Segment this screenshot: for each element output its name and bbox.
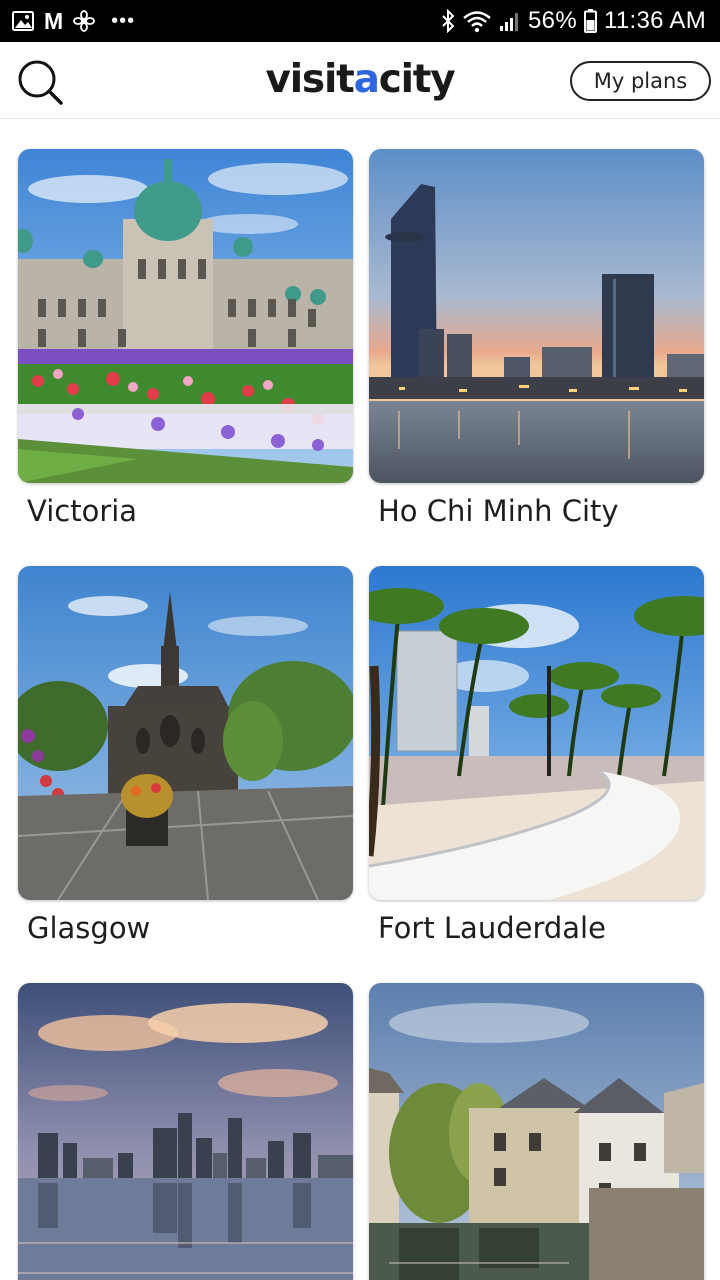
beach-promenade-image xyxy=(369,566,704,900)
city-card-6[interactable] xyxy=(369,983,704,1280)
city-name: Glasgow xyxy=(27,911,151,945)
city-photo-fort-lauderdale xyxy=(369,566,704,900)
city-card-glasgow[interactable]: Glasgow xyxy=(18,566,353,945)
city-card-5[interactable] xyxy=(18,983,353,1280)
status-bar-left: M ••• xyxy=(12,0,135,42)
city-card-ho-chi-minh-city[interactable]: Ho Chi Minh City xyxy=(369,149,704,528)
battery-icon xyxy=(583,9,597,33)
city-photo-glasgow xyxy=(18,566,353,900)
city-photo-victoria xyxy=(18,149,353,483)
logo-part-city: city xyxy=(378,57,456,102)
city-photo-ho-chi-minh-city xyxy=(369,149,704,483)
battery-percent: 56% xyxy=(528,7,577,34)
gallery-icon xyxy=(12,11,34,31)
signal-icon xyxy=(499,10,521,32)
clock: 11:36 AM xyxy=(603,7,706,34)
my-plans-button[interactable]: My plans xyxy=(570,61,711,101)
city-photo-5 xyxy=(18,983,353,1280)
city-name: Fort Lauderdale xyxy=(378,911,606,945)
status-bar: M ••• 56% 11:36 AM xyxy=(0,0,720,42)
city-card-fort-lauderdale[interactable]: Fort Lauderdale xyxy=(369,566,704,945)
city-card-victoria[interactable]: Victoria xyxy=(18,149,353,528)
bluetooth-icon xyxy=(441,9,455,33)
city-name: Ho Chi Minh City xyxy=(378,494,619,528)
city-grid: Victoria Ho Chi Minh City Glasgow Fort L… xyxy=(0,119,720,1280)
parliament-building-image xyxy=(18,149,353,483)
gmail-icon: M xyxy=(44,7,64,34)
city-photo-6 xyxy=(369,983,704,1280)
logo-accent-letter: a xyxy=(353,57,380,102)
skyline-image xyxy=(369,149,704,483)
fan-icon xyxy=(73,10,96,32)
logo-part-visit: visit xyxy=(265,57,355,102)
cathedral-image xyxy=(18,566,353,900)
waterfront-skyline-image xyxy=(18,983,353,1280)
status-bar-right: 56% 11:36 AM xyxy=(441,0,706,42)
app-header: visitacity My plans xyxy=(0,42,720,119)
more-dots-icon: ••• xyxy=(111,9,136,32)
canal-town-image xyxy=(369,983,704,1280)
city-name: Victoria xyxy=(27,494,138,528)
wifi-icon xyxy=(462,9,492,33)
